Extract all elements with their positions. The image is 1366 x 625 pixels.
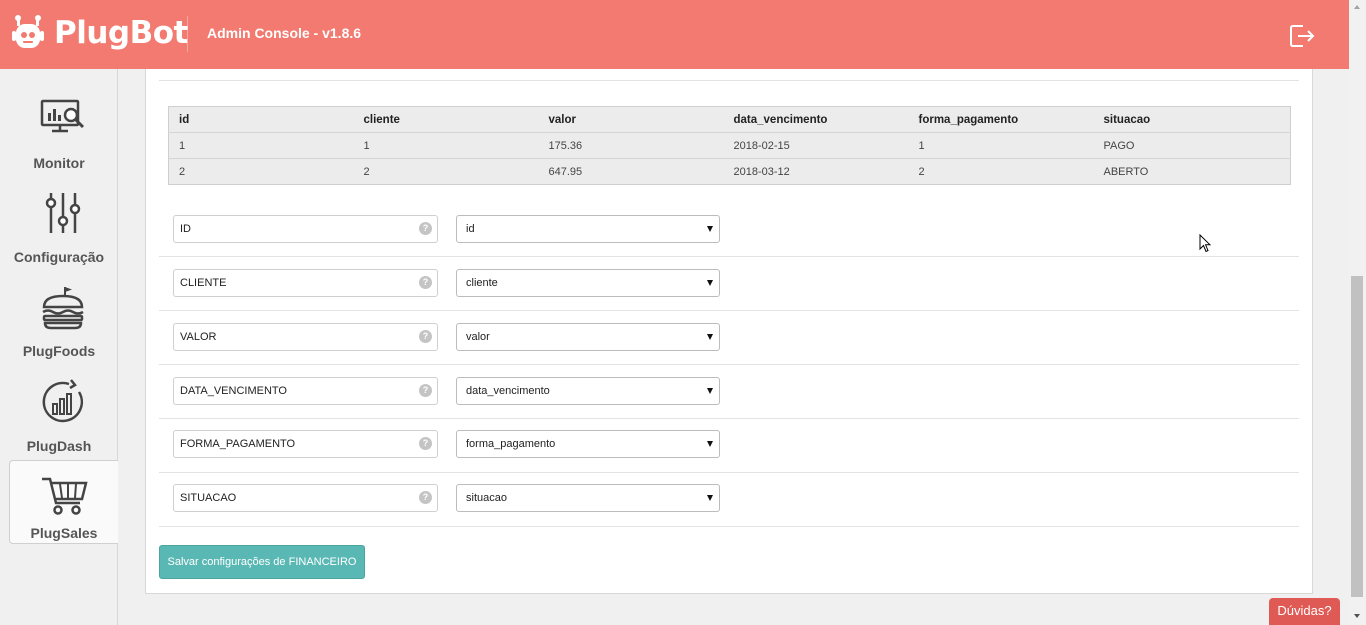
field-name-input[interactable]: [173, 430, 438, 458]
field-name-input[interactable]: [173, 484, 438, 512]
help-icon[interactable]: ?: [419, 384, 432, 397]
plugbot-logo[interactable]: PlugBot: [12, 14, 188, 52]
table-cell: 2: [363, 165, 370, 178]
app-title: Admin Console - v1.8.6: [207, 25, 362, 41]
table-cell: 1: [353, 132, 539, 159]
robot-icon: [12, 15, 44, 48]
column-select[interactable]: id: [456, 215, 720, 243]
help-chat-tab[interactable]: Dúvidas?: [1269, 598, 1340, 625]
sidebar-item-monitor[interactable]: Monitor: [0, 85, 118, 175]
mapping-row-situacao: ? situacao: [159, 484, 1299, 527]
table-cell: ABERTO: [1103, 165, 1149, 178]
table-cell: PAGO: [1093, 132, 1291, 159]
page-scrollbar[interactable]: [1349, 0, 1366, 625]
chevron-down-icon: [707, 441, 713, 447]
sidebar: Monitor Configuração PlugFoods PlugDash …: [0, 69, 118, 625]
help-icon[interactable]: ?: [419, 491, 432, 504]
help-icon[interactable]: ?: [419, 437, 432, 450]
sidebar-item-plugfoods[interactable]: PlugFoods: [0, 273, 118, 363]
column-header: valor: [538, 106, 724, 133]
select-value: id: [466, 223, 475, 235]
mapping-row-cliente: ? cliente: [159, 269, 1299, 311]
table-cell: 175.36: [538, 132, 724, 159]
mapping-row-forma-pagamento: ? forma_pagamento: [159, 430, 1299, 473]
help-icon[interactable]: ?: [419, 330, 432, 343]
sidebar-item-plugdash[interactable]: PlugDash: [0, 368, 118, 458]
table-cell: 2018-02-15: [723, 132, 909, 159]
sidebar-item-label: Configuração: [13, 249, 105, 265]
field-name-input[interactable]: [173, 323, 438, 351]
column-header: cliente: [353, 106, 539, 133]
select-value: data_vencimento: [466, 385, 550, 397]
header-divider: [187, 16, 188, 52]
mapping-row-valor: ? valor: [159, 323, 1299, 365]
sidebar-item-label: PlugFoods: [22, 343, 96, 359]
top-bar: PlugBot Admin Console - v1.8.6: [0, 0, 1349, 69]
sliders-icon: [45, 193, 81, 233]
scroll-up-icon[interactable]: [1354, 5, 1360, 9]
column-header: data_vencimento: [723, 106, 909, 133]
select-value: forma_pagamento: [466, 438, 556, 450]
table-header-row: id cliente valor data_vencimento forma_p…: [168, 106, 1291, 133]
select-value: situacao: [466, 492, 507, 504]
field-name-input[interactable]: [173, 215, 438, 243]
chevron-down-icon: [707, 495, 713, 501]
mouse-cursor-icon: [1199, 234, 1211, 253]
burger-icon: [42, 287, 84, 330]
brand-name: PlugBot: [54, 15, 188, 51]
chevron-down-icon: [707, 280, 713, 286]
sidebar-item-plugsales[interactable]: PlugSales: [9, 460, 118, 544]
dashboard-chart-icon: [42, 379, 84, 423]
column-header: situacao: [1093, 106, 1291, 133]
mapping-row-data-vencimento: ? data_vencimento: [159, 377, 1299, 419]
help-icon[interactable]: ?: [419, 222, 432, 235]
save-financeiro-button[interactable]: Salvar configurações de FINANCEIRO: [159, 545, 365, 579]
sidebar-item-label: Monitor: [33, 155, 85, 171]
column-select[interactable]: situacao: [456, 484, 720, 512]
logout-icon[interactable]: [1289, 23, 1315, 49]
table-cell: 1: [908, 132, 1094, 159]
table-cell: 2018-03-12: [733, 165, 790, 178]
chevron-down-icon: [707, 388, 713, 394]
sidebar-item-label: PlugSales: [30, 525, 98, 541]
chevron-down-icon: [707, 226, 713, 232]
column-select[interactable]: valor: [456, 323, 720, 351]
field-name-input[interactable]: [173, 269, 438, 297]
help-icon[interactable]: ?: [419, 276, 432, 289]
chevron-down-icon: [707, 334, 713, 340]
table-row: 2 2 647.95 2018-03-12 2 ABERTO: [169, 159, 1291, 185]
scroll-down-icon[interactable]: [1354, 614, 1360, 618]
select-value: valor: [466, 331, 490, 343]
table-row: 1 1 175.36 2018-02-15 1 PAGO: [168, 132, 1291, 159]
table-cell: 1: [168, 132, 354, 159]
field-name-input[interactable]: [173, 377, 438, 405]
table-cell: 647.95: [548, 165, 583, 178]
column-select[interactable]: cliente: [456, 269, 720, 297]
shopping-cart-icon: [42, 477, 88, 515]
column-header: forma_pagamento: [908, 106, 1094, 133]
sidebar-item-label: PlugDash: [26, 438, 92, 454]
preview-table: id cliente valor data_vencimento forma_p…: [168, 106, 1291, 185]
sidebar-item-configuracao[interactable]: Configuração: [0, 179, 118, 269]
financeiro-config-panel: id cliente valor data_vencimento forma_p…: [145, 69, 1313, 594]
column-select[interactable]: data_vencimento: [456, 377, 720, 405]
table-cell: 2: [179, 165, 186, 178]
monitor-chart-icon: [40, 99, 85, 133]
mapping-row-id: ? id: [159, 215, 1299, 257]
column-select[interactable]: forma_pagamento: [456, 430, 720, 458]
table-cell: 2: [918, 165, 925, 178]
divider: [159, 80, 1299, 81]
scrollbar-thumb[interactable]: [1351, 276, 1363, 597]
column-header: id: [168, 106, 354, 133]
select-value: cliente: [466, 277, 498, 289]
